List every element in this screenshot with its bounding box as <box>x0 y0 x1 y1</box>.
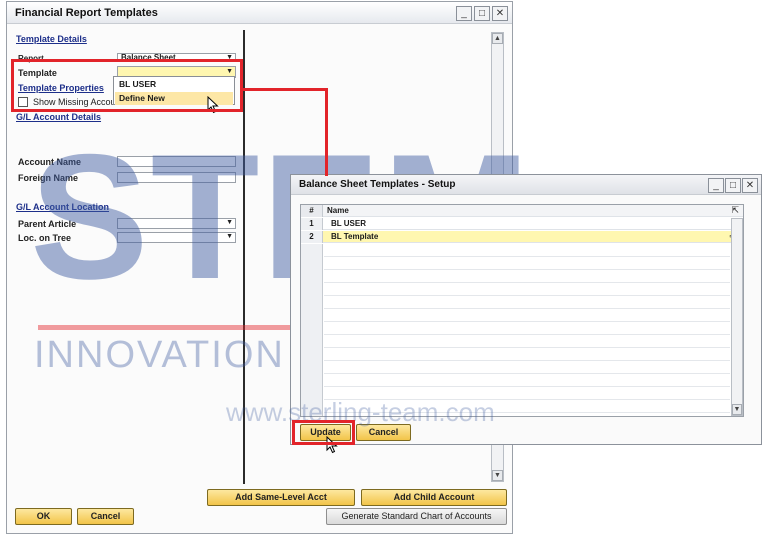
ok-button[interactable]: OK <box>15 508 72 525</box>
generate-chart-button[interactable]: Generate Standard Chart of Accounts <box>326 508 507 525</box>
column-header-name[interactable]: Name <box>327 205 349 217</box>
window-title: Financial Report Templates <box>15 7 158 19</box>
row-number: 1 <box>301 218 323 230</box>
table-row[interactable]: 2 BL Template ⇨ <box>301 231 743 243</box>
row-name-editing[interactable]: BL Template <box>331 231 378 243</box>
watermark-url: www.sterling-team.com <box>226 397 495 427</box>
template-details-link[interactable]: Template Details <box>16 34 87 44</box>
minimize-button[interactable]: _ <box>456 6 472 21</box>
scroll-up-icon[interactable]: ▲ <box>492 33 503 44</box>
expand-icon[interactable]: ⇱ <box>731 205 739 216</box>
update-highlight-box <box>292 420 355 445</box>
empty-rows <box>324 244 730 416</box>
maximize-button[interactable]: □ <box>725 178 741 193</box>
close-button[interactable]: ✕ <box>492 6 508 21</box>
connector-line-horizontal <box>243 88 328 91</box>
grid-scrollbar[interactable]: ▼ <box>731 218 743 416</box>
column-header-num: # <box>301 205 323 217</box>
row-number: 2 <box>301 231 323 243</box>
row-number-gutter <box>301 244 323 416</box>
templates-grid: # Name ⇱ 1 BL USER 2 BL Template ⇨ ▼ <box>300 204 744 417</box>
grid-header: # Name ⇱ <box>301 205 743 217</box>
row-name: BL USER <box>331 219 366 228</box>
maximize-button[interactable]: □ <box>474 6 490 21</box>
scroll-down-icon[interactable]: ▼ <box>492 470 503 481</box>
minimize-button[interactable]: _ <box>708 178 724 193</box>
setup-dialog-title: Balance Sheet Templates - Setup <box>299 179 456 190</box>
close-button[interactable]: ✕ <box>742 178 758 193</box>
connector-line-vertical <box>325 88 328 176</box>
scroll-down-icon[interactable]: ▼ <box>732 404 742 415</box>
cancel-button[interactable]: Cancel <box>77 508 134 525</box>
template-highlight-box <box>11 59 243 112</box>
add-same-level-button[interactable]: Add Same-Level Acct <box>207 489 355 506</box>
setup-titlebar[interactable]: Balance Sheet Templates - Setup _ □ ✕ <box>291 175 761 195</box>
add-child-account-button[interactable]: Add Child Account <box>361 489 507 506</box>
main-titlebar[interactable]: Financial Report Templates _ □ ✕ <box>7 2 512 24</box>
table-row[interactable]: 1 BL USER <box>301 218 743 230</box>
